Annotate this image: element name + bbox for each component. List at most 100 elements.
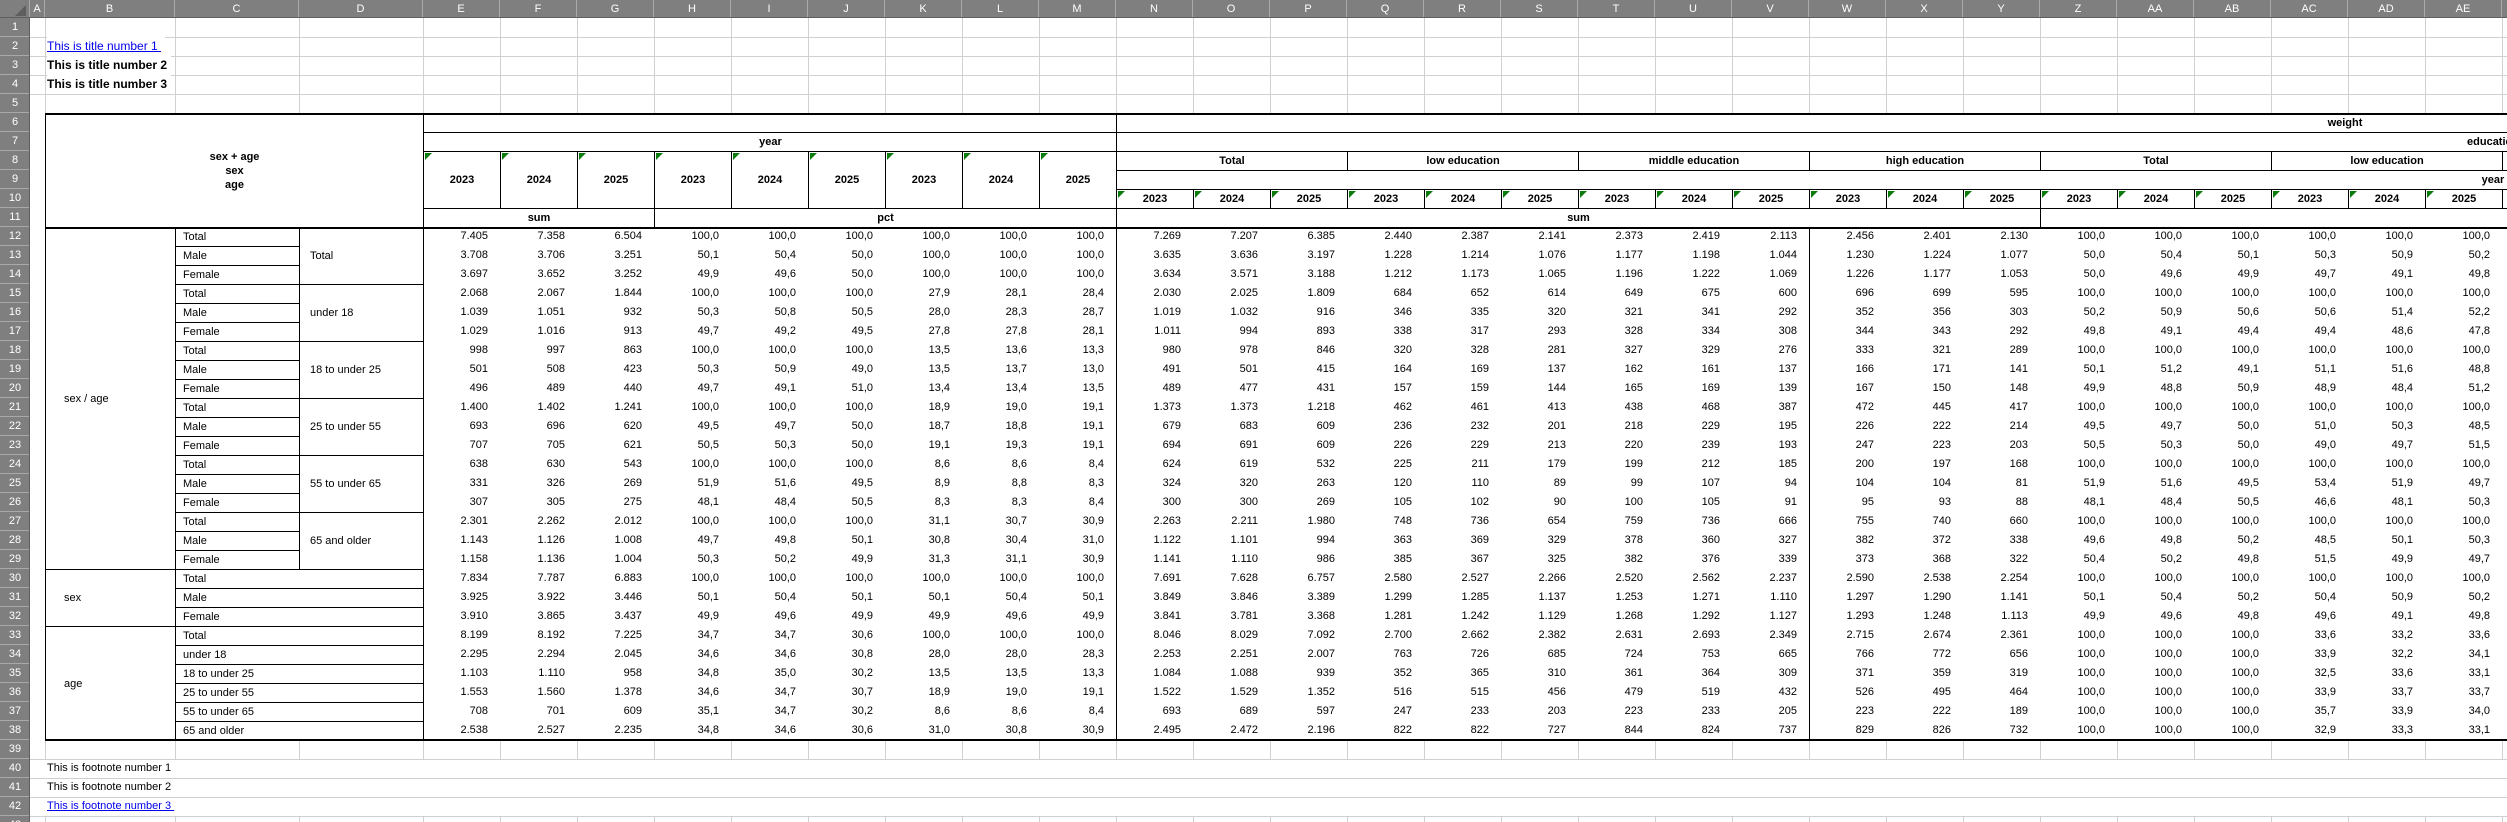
footnote-3-hyperlink[interactable]: This is footnote number 3 (47, 797, 174, 816)
data-cell[interactable]: 30,6 (808, 626, 885, 645)
column-header-cell[interactable]: AA (2117, 0, 2194, 18)
education-group-header[interactable]: low education (2271, 151, 2503, 171)
data-cell[interactable]: 100,0 (2117, 626, 2194, 645)
data-cell[interactable]: 48,1 (2348, 493, 2425, 512)
data-cell[interactable]: 13,7 (962, 360, 1039, 379)
data-cell[interactable]: 49,9 (2040, 607, 2117, 626)
data-cell[interactable]: 49,9 (2040, 379, 2117, 398)
column-header-cell[interactable]: D (299, 0, 423, 18)
data-cell[interactable]: 100,0 (808, 227, 885, 246)
data-cell[interactable]: 49,5 (2040, 417, 2117, 436)
stub-age-cell[interactable]: 55 to under 65 (299, 455, 424, 513)
column-header-cell[interactable]: U (1655, 0, 1732, 18)
data-cell[interactable]: 100,0 (2194, 702, 2271, 721)
year-cell[interactable]: 2025 (1501, 189, 1579, 209)
data-cell[interactable]: 51,2 (2425, 379, 2502, 398)
stub-age-cell[interactable]: Total (299, 227, 424, 285)
stub-cell[interactable]: 65 and older (175, 721, 424, 741)
data-cell[interactable]: 31,1 (962, 550, 1039, 569)
data-cell[interactable]: 614 (1501, 284, 1578, 303)
data-cell[interactable]: 13,4 (885, 379, 962, 398)
data-cell[interactable]: 94 (1732, 474, 1809, 493)
data-cell[interactable]: 675 (1655, 284, 1732, 303)
data-cell[interactable]: 1.141 (1116, 550, 1193, 569)
row-header-cell[interactable]: 20 (0, 379, 30, 398)
row-header-cell[interactable]: 23 (0, 436, 30, 455)
data-cell[interactable]: 49,0 (2271, 436, 2348, 455)
data-cell[interactable]: 51,2 (2117, 360, 2194, 379)
data-cell[interactable]: 100,0 (1039, 227, 1116, 246)
data-cell[interactable]: 50,6 (2194, 303, 2271, 322)
data-cell[interactable]: 2.007 (1270, 645, 1347, 664)
data-cell[interactable]: 387 (1732, 398, 1809, 417)
data-cell[interactable]: 100,0 (2194, 664, 2271, 683)
year-cell[interactable]: 2023 (1347, 189, 1425, 209)
data-cell[interactable]: 2.495 (1116, 721, 1193, 740)
data-cell[interactable]: 1.268 (1578, 607, 1655, 626)
data-cell[interactable]: 50,3 (654, 303, 731, 322)
data-cell[interactable]: 8,9 (885, 474, 962, 493)
title-3[interactable]: This is title number 3 (47, 75, 171, 94)
data-cell[interactable]: 100,0 (2117, 664, 2194, 683)
data-cell[interactable]: 220 (1578, 436, 1655, 455)
data-cell[interactable]: 32,5 (2271, 664, 2348, 683)
data-cell[interactable]: 708 (423, 702, 500, 721)
data-cell[interactable]: 3.446 (577, 588, 654, 607)
data-cell[interactable]: 997 (500, 341, 577, 360)
column-header-cell[interactable]: P (1270, 0, 1347, 18)
row-header-cell[interactable]: 14 (0, 265, 30, 284)
data-cell[interactable]: 1.076 (1501, 246, 1578, 265)
data-cell[interactable]: 19,1 (1039, 398, 1116, 417)
data-cell[interactable]: 1.248 (1886, 607, 1963, 626)
stub-cell[interactable]: Male (175, 360, 300, 380)
data-cell[interactable]: 619 (1193, 455, 1270, 474)
data-cell[interactable]: 105 (1347, 493, 1424, 512)
data-cell[interactable]: 30,4 (962, 531, 1039, 550)
data-cell[interactable]: 100,0 (654, 284, 731, 303)
data-cell[interactable]: 2.715 (1809, 626, 1886, 645)
data-cell[interactable]: 1.141 (1963, 588, 2040, 607)
column-header-cell[interactable]: O (1193, 0, 1270, 18)
data-cell[interactable]: 479 (1578, 683, 1655, 702)
data-cell[interactable]: 110 (1424, 474, 1501, 493)
data-cell[interactable]: 300 (1116, 493, 1193, 512)
column-header-cell[interactable]: G (577, 0, 654, 18)
data-cell[interactable]: 1.809 (1270, 284, 1347, 303)
data-cell[interactable]: 327 (1732, 531, 1809, 550)
data-cell[interactable]: 169 (1424, 360, 1501, 379)
data-cell[interactable]: 50,3 (731, 436, 808, 455)
data-cell[interactable]: 49,5 (2194, 474, 2271, 493)
data-cell[interactable]: 51,6 (731, 474, 808, 493)
data-cell[interactable]: 2.045 (577, 645, 654, 664)
data-cell[interactable]: 28,1 (962, 284, 1039, 303)
data-cell[interactable]: 50,1 (2040, 360, 2117, 379)
data-cell[interactable]: 13,5 (885, 341, 962, 360)
section-label-cell[interactable]: age (45, 626, 176, 741)
data-cell[interactable]: 1.522 (1116, 683, 1193, 702)
data-cell[interactable]: 1.226 (1809, 265, 1886, 284)
data-cell[interactable]: 7.269 (1116, 227, 1193, 246)
column-header-cell[interactable]: AB (2194, 0, 2271, 18)
data-cell[interactable]: 203 (1963, 436, 2040, 455)
data-cell[interactable]: 3.251 (577, 246, 654, 265)
data-cell[interactable]: 28,3 (1039, 645, 1116, 664)
data-cell[interactable]: 81 (1963, 474, 2040, 493)
data-cell[interactable]: 696 (500, 417, 577, 436)
stub-cell[interactable]: Male (175, 474, 300, 494)
data-cell[interactable]: 50,0 (808, 417, 885, 436)
data-cell[interactable]: 102 (1424, 493, 1501, 512)
data-cell[interactable]: 51,6 (2117, 474, 2194, 493)
data-cell[interactable]: 7.834 (423, 569, 500, 588)
row-header-cell[interactable]: 31 (0, 588, 30, 607)
data-cell[interactable]: 1.044 (1732, 246, 1809, 265)
data-cell[interactable]: 2.262 (500, 512, 577, 531)
data-cell[interactable]: 104 (1809, 474, 1886, 493)
data-cell[interactable]: 50,1 (654, 246, 731, 265)
data-cell[interactable]: 1.230 (1809, 246, 1886, 265)
data-cell[interactable]: 100,0 (808, 512, 885, 531)
data-cell[interactable]: 32,2 (2348, 645, 2425, 664)
year-cell[interactable]: 2023 (2040, 189, 2118, 209)
data-cell[interactable]: 50,0 (2040, 265, 2117, 284)
data-cell[interactable]: 994 (1270, 531, 1347, 550)
data-cell[interactable]: 352 (1347, 664, 1424, 683)
